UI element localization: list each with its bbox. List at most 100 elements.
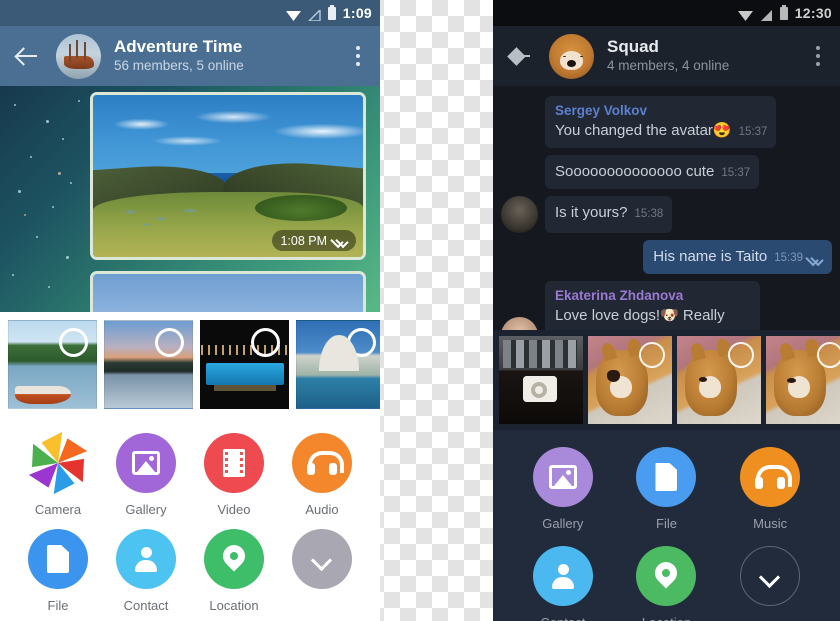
gallery-thumb-night-pool[interactable] [200, 320, 289, 409]
attach-label: Music [753, 516, 788, 531]
gallery-thumb-shiba-resting[interactable] [766, 336, 840, 424]
chat-subtitle: 56 members, 5 online [114, 58, 244, 73]
thumb-select-circle[interactable] [817, 342, 840, 368]
message-text: Soooooooooooooo cute [555, 163, 715, 180]
gallery-thumb-venice[interactable] [296, 320, 380, 409]
attach-camera-button[interactable]: Camera [14, 433, 102, 517]
attach-file-button[interactable]: File [14, 529, 102, 613]
gallery-thumb-shiba-yawning[interactable] [588, 336, 672, 424]
photo-message-bubble[interactable]: 1:08 PM [90, 92, 366, 260]
attach-label: Gallery [542, 516, 584, 531]
attach-label: Location [209, 598, 259, 613]
message-timestamp: 15:38 [634, 208, 664, 220]
message-bubble[interactable]: Ekaterina Zhdanova Love love dogs!🐶 Real… [545, 281, 760, 330]
message-text: You changed the avatar😍 [555, 122, 732, 139]
sender-avatar[interactable] [501, 317, 538, 330]
attach-audio-button[interactable]: Audio [278, 433, 366, 517]
chevron-down-icon [292, 529, 352, 589]
camera-shutter-icon [28, 433, 88, 493]
chat-subtitle: 4 members, 4 online [607, 58, 730, 73]
gallery-strip-left[interactable] [0, 312, 380, 417]
message-bubble-outgoing[interactable]: His name is Taito 15:39 [643, 240, 832, 274]
toolbar-left: Adventure Time 56 members, 5 online [0, 26, 380, 86]
message-text: Love love dogs!🐶 Really cool name, waiti… [555, 307, 726, 330]
image-icon [116, 433, 176, 493]
chat-title: Adventure Time [114, 37, 243, 56]
status-bar-left: 1:09 [0, 0, 380, 26]
gallery-thumb-lake-boat[interactable] [8, 320, 97, 409]
message-text: Is it yours? [555, 204, 628, 221]
attach-gallery-button[interactable]: Gallery [511, 447, 615, 531]
attachment-grid-left: Camera Gallery Video Audio File Contact [0, 433, 380, 613]
chat-area-right: Sergey Volkov You changed the avatar😍 15:… [493, 86, 840, 330]
document-icon [636, 447, 697, 507]
attach-label: Audio [305, 502, 339, 517]
read-double-check-icon [333, 236, 348, 245]
message-row: Is it yours? 15:38 [501, 196, 832, 233]
attach-collapse-button[interactable] [718, 546, 822, 621]
film-icon [204, 433, 264, 493]
message-row: Ekaterina Zhdanova Love love dogs!🐶 Real… [501, 281, 832, 330]
attach-file-button[interactable]: File [615, 447, 719, 531]
message-timestamp: 1:08 PM [280, 233, 327, 248]
battery-icon [779, 4, 788, 20]
message-bubble[interactable]: Sergey Volkov You changed the avatar😍 15:… [545, 96, 777, 148]
group-avatar-ship[interactable] [56, 33, 101, 79]
status-bar-time: 1:09 [342, 5, 372, 21]
battery-icon [327, 4, 336, 20]
group-avatar-shiba[interactable] [549, 33, 594, 79]
message-meta: 15:39 [774, 252, 823, 264]
camera-capture-tile[interactable] [499, 336, 583, 424]
attach-label: Video [217, 502, 251, 517]
thumb-select-circle[interactable] [639, 342, 665, 368]
attach-label: Contact [123, 598, 169, 613]
thumb-select-circle[interactable] [347, 328, 376, 357]
thumb-select-circle[interactable] [155, 328, 184, 357]
toolbar-right: Squad 4 members, 4 online [493, 26, 840, 86]
photo-message-bubble-partial[interactable] [90, 271, 366, 312]
gallery-thumb-sunset-lake[interactable] [104, 320, 193, 409]
attach-label: Camera [34, 502, 82, 517]
read-double-check-icon [808, 254, 823, 263]
headphones-icon [740, 447, 801, 507]
toolbar-text-left: Adventure Time 56 members, 5 online [114, 37, 346, 75]
message-row: Soooooooooooooo cute 15:37 [501, 155, 832, 189]
attach-contact-button[interactable]: Contact [511, 546, 615, 621]
back-arrow-icon[interactable] [503, 39, 537, 73]
attach-gallery-button[interactable]: Gallery [102, 433, 190, 517]
attachment-panel-right: Gallery File Music Contact Location [493, 430, 840, 621]
gallery-thumb-shiba-sitting[interactable] [677, 336, 761, 424]
message-timestamp: 15:39 [774, 252, 803, 264]
message-bubble[interactable]: Soooooooooooooo cute 15:37 [545, 155, 760, 189]
message-text: His name is Taito [653, 248, 768, 265]
camera-icon [531, 382, 547, 398]
attach-location-button[interactable]: Location [615, 546, 719, 621]
attach-contact-button[interactable]: Contact [102, 529, 190, 613]
attach-label: Gallery [125, 502, 167, 517]
document-icon [28, 529, 88, 589]
attach-collapse-button[interactable] [278, 529, 366, 613]
signal-icon [760, 8, 773, 21]
thumb-select-circle[interactable] [59, 328, 88, 357]
thumb-select-circle[interactable] [251, 328, 280, 357]
gallery-strip-right[interactable] [493, 330, 840, 430]
attach-location-button[interactable]: Location [190, 529, 278, 613]
thumb-select-circle[interactable] [728, 342, 754, 368]
phone-right: 12:30 Squad 4 members, 4 online Sergey V… [493, 0, 840, 621]
attach-video-button[interactable]: Video [190, 433, 278, 517]
map-pin-icon [636, 546, 697, 606]
person-icon [116, 529, 176, 589]
overflow-menu-icon[interactable] [346, 41, 370, 71]
attach-label: File [47, 598, 69, 613]
map-pin-icon [204, 529, 264, 589]
message-bubble[interactable]: Is it yours? 15:38 [545, 196, 673, 233]
overflow-menu-icon[interactable] [806, 41, 830, 71]
back-arrow-icon[interactable] [10, 39, 44, 73]
image-icon [532, 447, 593, 507]
sender-avatar[interactable] [501, 196, 538, 233]
chevron-down-icon [740, 546, 801, 606]
message-sender: Ekaterina Zhdanova [555, 288, 684, 303]
toolbar-text-right: Squad 4 members, 4 online [607, 37, 806, 75]
attach-label: File [656, 516, 677, 531]
attach-music-button[interactable]: Music [718, 447, 822, 531]
